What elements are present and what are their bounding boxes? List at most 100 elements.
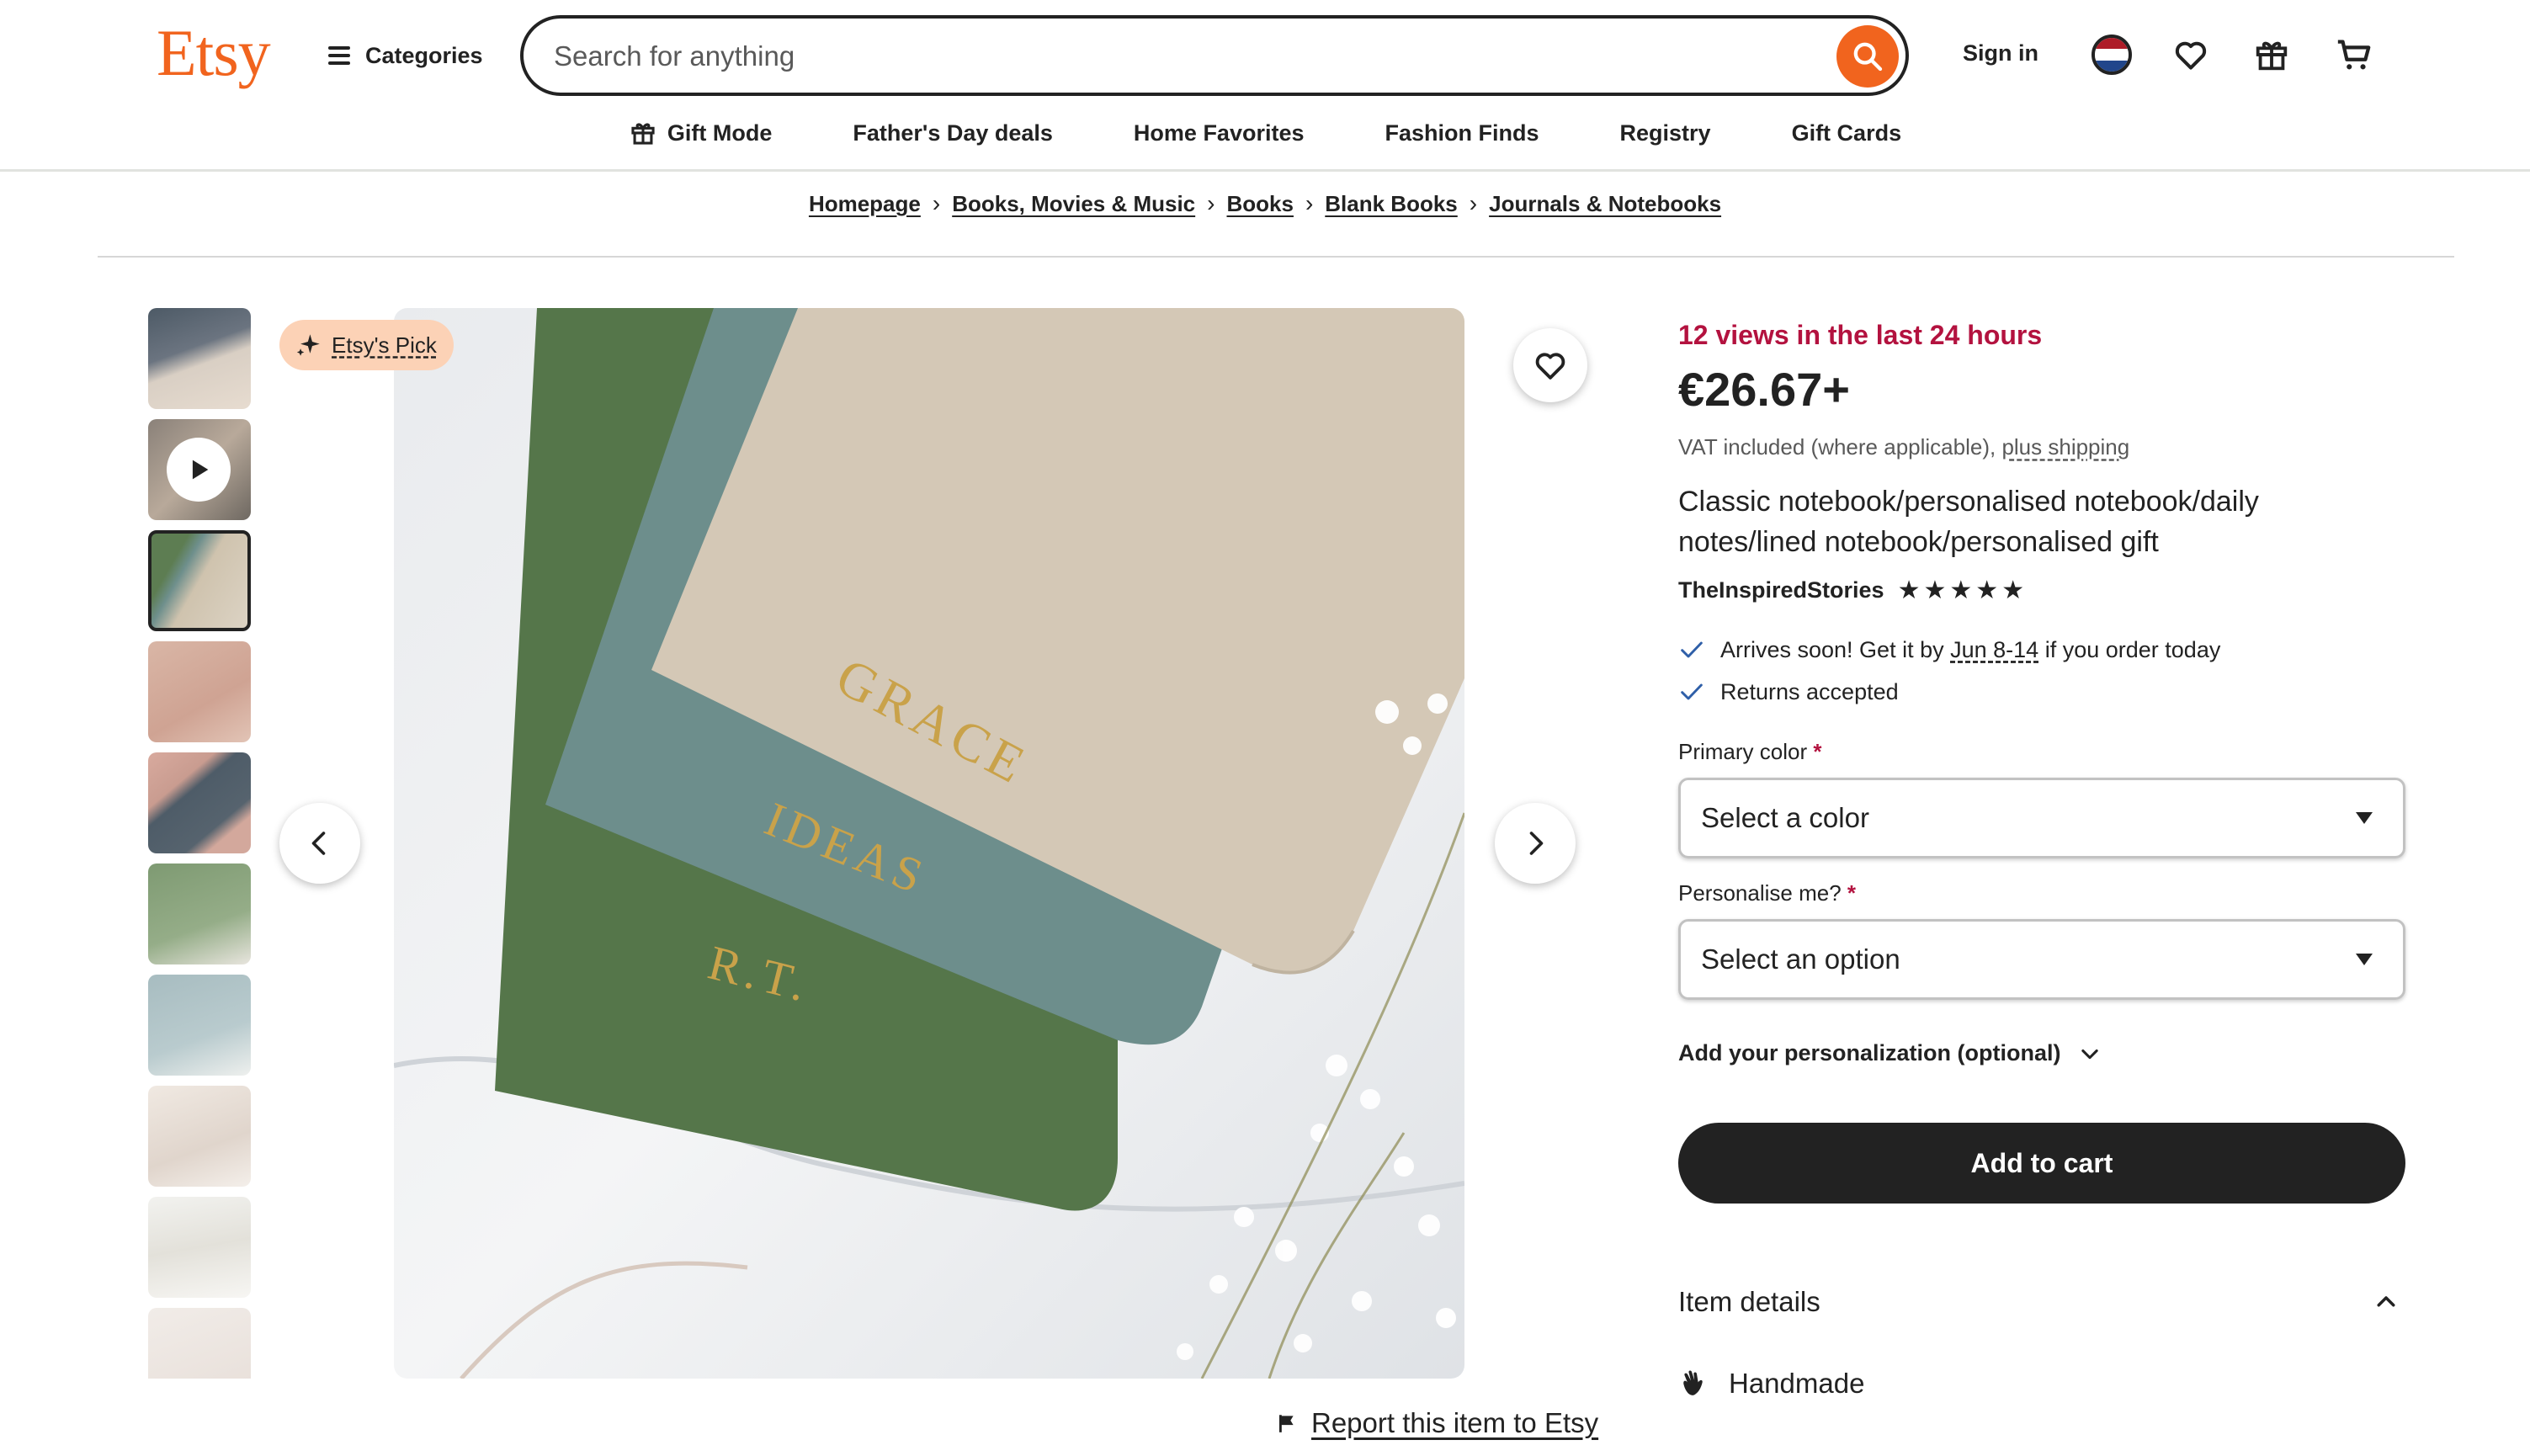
search-bar xyxy=(520,15,1909,96)
handmade-label: Handmade xyxy=(1729,1368,1865,1399)
product-photo: GRACE IDEAS R.T. xyxy=(394,308,1464,1379)
report-item-link[interactable]: Report this item to Etsy xyxy=(1276,1407,1598,1439)
site-header: Etsy Categories Sign in xyxy=(0,0,2530,172)
sparkle-icon xyxy=(296,334,320,356)
subnav-fashion-finds[interactable]: Fashion Finds xyxy=(1345,114,1580,151)
previous-image-button[interactable] xyxy=(279,803,360,884)
shop-info: TheInspiredStories ★ ★ ★ ★ ★ xyxy=(1678,576,2024,605)
star-icon: ★ xyxy=(2001,577,2025,604)
shop-name-link[interactable]: TheInspiredStories xyxy=(1678,577,1884,603)
delivery-dates[interactable]: Jun 8-14 xyxy=(1950,637,2038,662)
cart-icon xyxy=(2337,40,2371,70)
etsy-logo[interactable]: Etsy xyxy=(157,15,271,91)
returns-info: Returns accepted xyxy=(1678,678,1899,705)
chevron-right-icon xyxy=(1529,832,1544,855)
personalise-select[interactable]: Select an option xyxy=(1678,919,2405,1000)
region-button[interactable] xyxy=(2089,32,2134,77)
thumbnail-strip xyxy=(148,308,251,1379)
add-to-cart-button[interactable]: Add to cart xyxy=(1678,1123,2405,1204)
favorites-button[interactable] xyxy=(2168,32,2214,77)
subnav-registry[interactable]: Registry xyxy=(1580,114,1751,151)
chevron-up-icon xyxy=(2377,1296,2395,1307)
primary-color-select[interactable]: Select a color xyxy=(1678,778,2405,858)
select-value: Select an option xyxy=(1701,943,1900,975)
primary-color-label: Primary color * xyxy=(1678,739,1822,764)
heart-icon xyxy=(2175,41,2207,70)
chevron-right-icon: › xyxy=(1469,190,1478,216)
dropdown-caret-icon xyxy=(2356,954,2373,965)
thumbnail[interactable] xyxy=(148,308,251,409)
thumbnail[interactable] xyxy=(148,1308,251,1379)
thumbnail[interactable] xyxy=(148,530,251,631)
chevron-right-icon: › xyxy=(1305,190,1314,216)
cart-button[interactable] xyxy=(2331,32,2377,77)
listing-title: Classic notebook/personalised notebook/d… xyxy=(1678,486,2259,558)
checkmark-icon xyxy=(1681,683,1703,700)
subnav-gift-mode[interactable]: Gift Mode xyxy=(588,114,812,151)
personalization-label: Add your personalization (optional) xyxy=(1678,1040,2061,1065)
chevron-down-icon xyxy=(2081,1049,2098,1059)
item-details-heading: Item details xyxy=(1678,1286,1820,1317)
required-marker: * xyxy=(1813,739,1822,764)
breadcrumb-link[interactable]: Books, Movies & Music xyxy=(952,191,1195,217)
report-label: Report this item to Etsy xyxy=(1311,1407,1599,1438)
arrives-text: Arrives soon! Get it by xyxy=(1720,636,1944,662)
chevron-right-icon: › xyxy=(932,190,941,216)
dropdown-caret-icon xyxy=(2356,812,2373,824)
views-notice: 12 views in the last 24 hours xyxy=(1678,320,2043,350)
flag-icon xyxy=(1279,1415,1294,1432)
thumbnail[interactable] xyxy=(148,864,251,964)
favorite-item-button[interactable] xyxy=(1513,328,1587,402)
gift-icon xyxy=(631,123,655,145)
sub-navigation: Gift Mode Father's Day deals Home Favori… xyxy=(0,114,2530,151)
price: €26.67+ xyxy=(1678,363,1850,416)
divider xyxy=(98,256,2454,258)
shipping-link[interactable]: plus shipping xyxy=(2001,434,2129,460)
breadcrumb-link[interactable]: Blank Books xyxy=(1325,191,1458,217)
vat-text: VAT included (where applicable), xyxy=(1678,434,1996,460)
subnav-label: Gift Mode xyxy=(667,120,773,146)
subnav-home-favorites[interactable]: Home Favorites xyxy=(1093,114,1345,151)
video-thumbnail[interactable] xyxy=(148,419,251,520)
search-button[interactable] xyxy=(1836,25,1899,88)
thumbnail[interactable] xyxy=(148,641,251,742)
thumbnail[interactable] xyxy=(148,752,251,853)
search-icon xyxy=(1853,42,1883,72)
select-value: Select a color xyxy=(1701,802,1869,833)
arrives-suffix: if you order today xyxy=(2044,636,2221,662)
vat-info: VAT included (where applicable), plus sh… xyxy=(1678,434,2129,460)
sign-in-link[interactable]: Sign in xyxy=(1963,40,2038,66)
star-icon: ★ xyxy=(1949,577,1973,604)
item-details-toggle[interactable]: Item details xyxy=(1678,1286,2405,1318)
gift-icon xyxy=(2256,41,2288,71)
handmade-detail: Handmade xyxy=(1678,1367,1864,1400)
personalization-toggle[interactable]: Add your personalization (optional) xyxy=(1678,1040,2102,1066)
product-image[interactable]: GRACE IDEAS R.T. xyxy=(394,308,1464,1379)
thumbnail[interactable] xyxy=(148,975,251,1076)
breadcrumb: Homepage › Books, Movies & Music › Books… xyxy=(0,190,2530,217)
badge-label: Etsy's Pick xyxy=(332,332,437,358)
thumbnail[interactable] xyxy=(148,1197,251,1298)
breadcrumb-link[interactable]: Homepage xyxy=(809,191,921,217)
breadcrumb-link[interactable]: Journals & Notebooks xyxy=(1489,191,1721,217)
next-image-button[interactable] xyxy=(1495,803,1576,884)
chevron-right-icon: › xyxy=(1207,190,1215,216)
star-icon: ★ xyxy=(1897,577,1921,604)
personalise-label: Personalise me? * xyxy=(1678,880,1857,906)
categories-button[interactable]: Categories xyxy=(328,37,483,74)
delivery-estimate: Arrives soon! Get it by Jun 8-14 if you … xyxy=(1678,636,2220,663)
heart-icon xyxy=(1535,353,1565,380)
gift-button[interactable] xyxy=(2249,32,2294,77)
subnav-gift-cards[interactable]: Gift Cards xyxy=(1751,114,1943,151)
etsys-pick-badge[interactable]: Etsy's Pick xyxy=(279,320,454,370)
categories-label: Categories xyxy=(365,42,483,68)
play-icon xyxy=(167,438,231,502)
menu-icon xyxy=(328,46,350,65)
breadcrumb-link[interactable]: Books xyxy=(1226,191,1293,217)
thumbnail[interactable] xyxy=(148,1086,251,1187)
hand-icon xyxy=(1683,1370,1703,1395)
search-input[interactable] xyxy=(554,34,1749,79)
subnav-fathers-day[interactable]: Father's Day deals xyxy=(812,114,1093,151)
shop-rating[interactable]: ★ ★ ★ ★ ★ xyxy=(1898,576,2025,605)
chevron-left-icon xyxy=(311,832,326,855)
